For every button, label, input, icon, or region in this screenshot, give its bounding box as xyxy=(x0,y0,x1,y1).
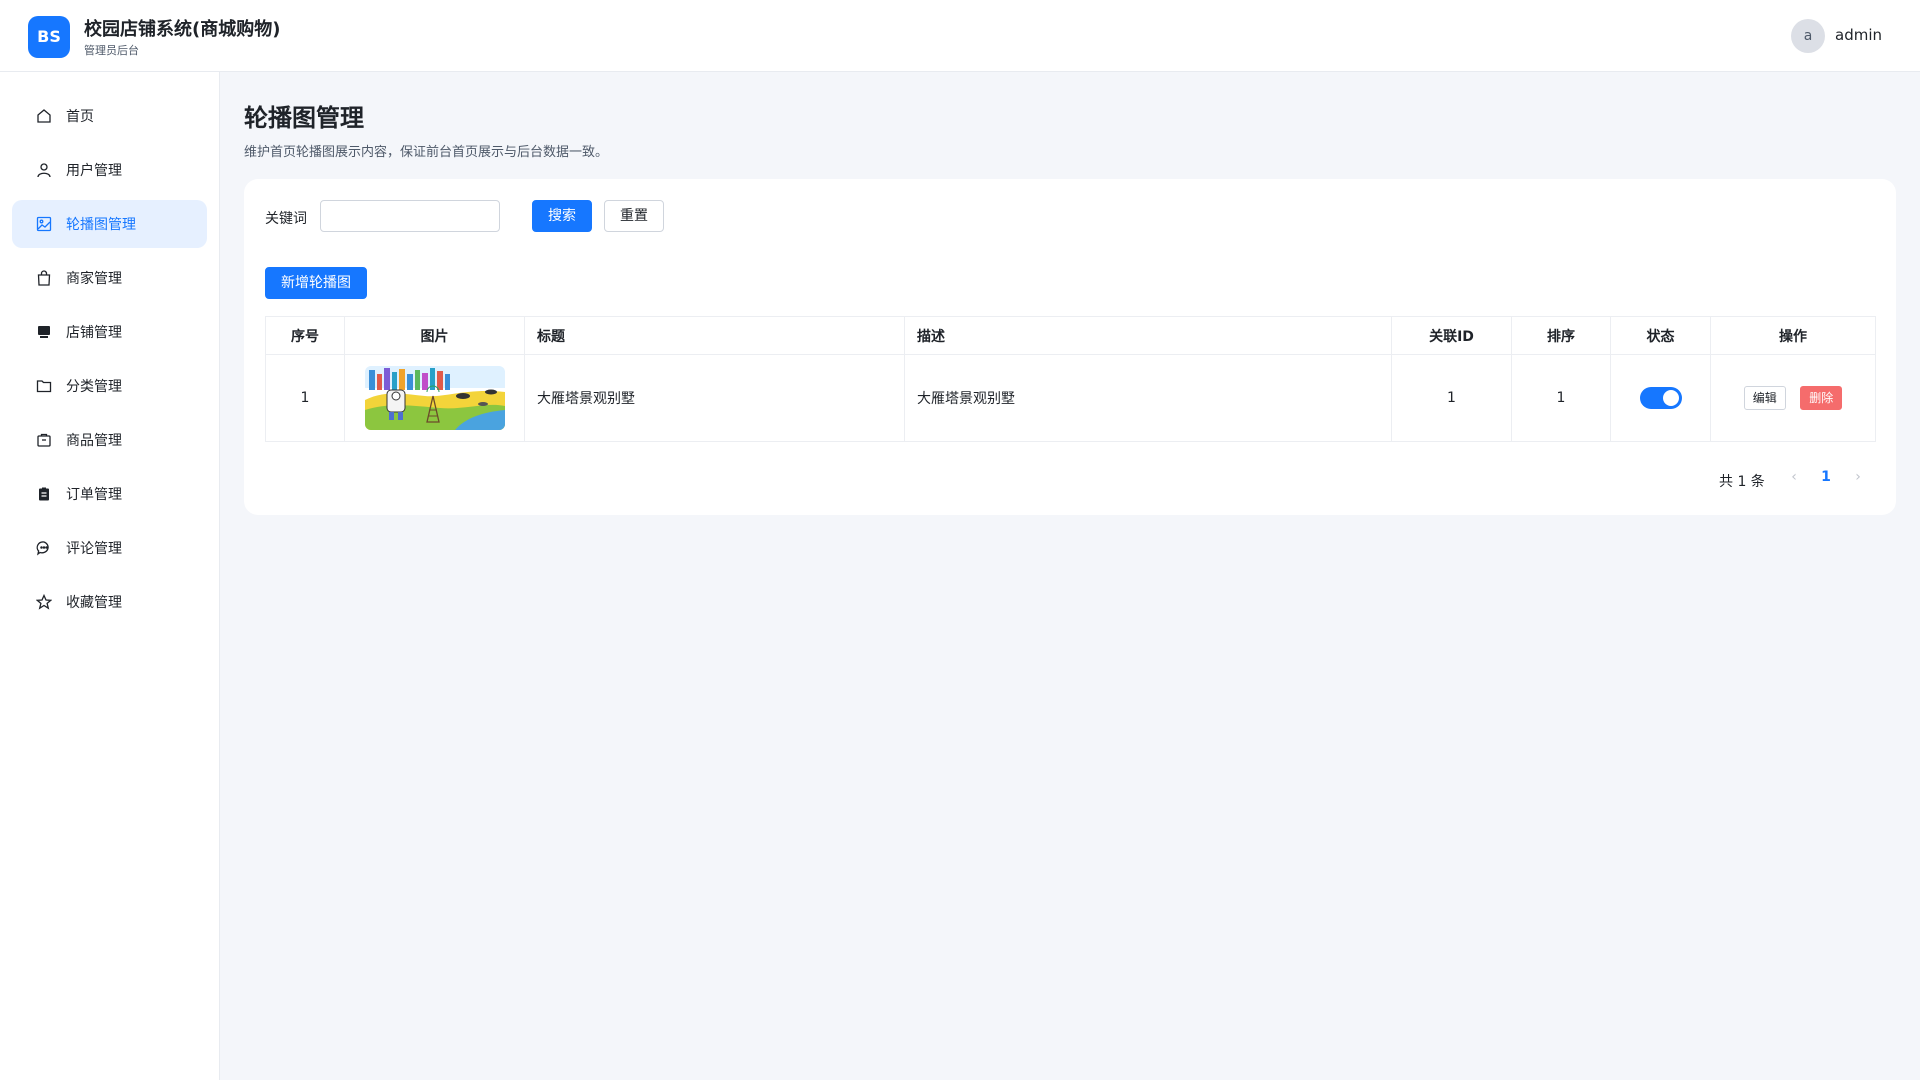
sidebar-item-users[interactable]: 用户管理 xyxy=(12,146,207,194)
sidebar-item-label: 商家管理 xyxy=(66,271,122,287)
sidebar: 首页 用户管理 轮播图管理 商家管理 店铺管理 分类管理 商品管理 订单管理 评… xyxy=(0,72,220,1080)
sidebar-item-banners[interactable]: 轮播图管理 xyxy=(12,200,207,248)
toggle-knob xyxy=(1662,390,1679,406)
chat-icon xyxy=(34,538,54,558)
star-icon xyxy=(34,592,54,612)
column-header: 标题 xyxy=(524,316,905,355)
column-header: 序号 xyxy=(265,316,345,355)
column-header: 图片 xyxy=(344,316,525,355)
add-banner-button[interactable]: 新增轮播图 xyxy=(265,267,367,299)
sidebar-item-label: 订单管理 xyxy=(66,487,122,503)
delete-button[interactable]: 删除 xyxy=(1800,386,1843,410)
sidebar-item-merchants[interactable]: 商家管理 xyxy=(12,254,207,302)
box-icon xyxy=(34,430,54,450)
sidebar-item-categories[interactable]: 分类管理 xyxy=(12,362,207,410)
app-subtitle: 管理员后台 xyxy=(84,44,139,57)
column-header: 描述 xyxy=(904,316,1392,355)
row-related-id: 1 xyxy=(1391,354,1512,442)
row-title: 大雁塔景观别墅 xyxy=(524,354,905,442)
column-header: 状态 xyxy=(1610,316,1711,355)
row-index: 1 xyxy=(265,354,345,442)
sidebar-item-label: 商品管理 xyxy=(66,433,122,449)
shopping-bag-icon xyxy=(34,268,54,288)
sidebar-item-label: 轮播图管理 xyxy=(66,217,136,233)
banner-thumbnail xyxy=(364,366,505,430)
pagination-page[interactable]: 1 xyxy=(1816,469,1836,489)
image-icon xyxy=(34,214,54,234)
sidebar-item-stores[interactable]: 店铺管理 xyxy=(12,308,207,356)
column-header: 关联ID xyxy=(1391,316,1512,355)
sidebar-item-label: 分类管理 xyxy=(66,379,122,395)
edit-button[interactable]: 编辑 xyxy=(1743,386,1786,410)
chevron-left-icon[interactable]: ‹ xyxy=(1784,469,1804,489)
clipboard-icon xyxy=(34,484,54,504)
app-title: 校园店铺系统(商城购物) xyxy=(84,19,281,40)
avatar[interactable]: a xyxy=(1791,19,1825,53)
chevron-right-icon[interactable]: › xyxy=(1848,469,1868,489)
sidebar-item-favorites[interactable]: 收藏管理 xyxy=(12,578,207,626)
folder-icon xyxy=(34,376,54,396)
sidebar-item-comments[interactable]: 评论管理 xyxy=(12,524,207,572)
row-sort: 1 xyxy=(1511,354,1611,442)
status-toggle[interactable] xyxy=(1639,387,1682,409)
sidebar-item-orders[interactable]: 订单管理 xyxy=(12,470,207,518)
home-icon xyxy=(34,106,54,126)
content-card: 关键词 搜索 重置 新增轮播图 序号 图片 标题 描述 关联ID 排序 状态 操… xyxy=(244,179,1896,515)
sidebar-item-label: 首页 xyxy=(66,109,94,125)
reset-button[interactable]: 重置 xyxy=(604,200,664,232)
search-button[interactable]: 搜索 xyxy=(532,200,592,232)
top-header: BS 校园店铺系统(商城购物) 管理员后台 a admin xyxy=(0,0,1920,72)
sidebar-item-label: 用户管理 xyxy=(66,163,122,179)
sidebar-item-products[interactable]: 商品管理 xyxy=(12,416,207,464)
user-icon xyxy=(34,160,54,180)
table-row: 1 大雁塔景观别墅 大雁塔景观别墅 1 1 编辑 删除 xyxy=(265,354,1876,442)
app-logo: BS xyxy=(28,16,70,58)
pagination-total: 共 1 条 xyxy=(1719,474,1765,490)
column-header: 排序 xyxy=(1511,316,1611,355)
keyword-label: 关键词 xyxy=(265,211,307,227)
user-name[interactable]: admin xyxy=(1835,26,1882,44)
sidebar-item-label: 评论管理 xyxy=(66,541,122,557)
sidebar-item-label: 收藏管理 xyxy=(66,595,122,611)
page-description: 维护首页轮播图展示内容，保证前台首页展示与后台数据一致。 xyxy=(244,145,609,160)
banner-table: 序号 图片 标题 描述 关联ID 排序 状态 操作 1 大雁塔景观别墅 大雁塔景… xyxy=(265,316,1876,442)
page-title: 轮播图管理 xyxy=(244,104,364,132)
sidebar-item-label: 店铺管理 xyxy=(66,325,122,341)
store-icon xyxy=(34,322,54,342)
sidebar-item-home[interactable]: 首页 xyxy=(12,92,207,140)
keyword-input[interactable] xyxy=(320,200,500,232)
row-description: 大雁塔景观别墅 xyxy=(904,354,1392,442)
column-header: 操作 xyxy=(1710,316,1876,355)
table-header-row: 序号 图片 标题 描述 关联ID 排序 状态 操作 xyxy=(265,316,1876,355)
